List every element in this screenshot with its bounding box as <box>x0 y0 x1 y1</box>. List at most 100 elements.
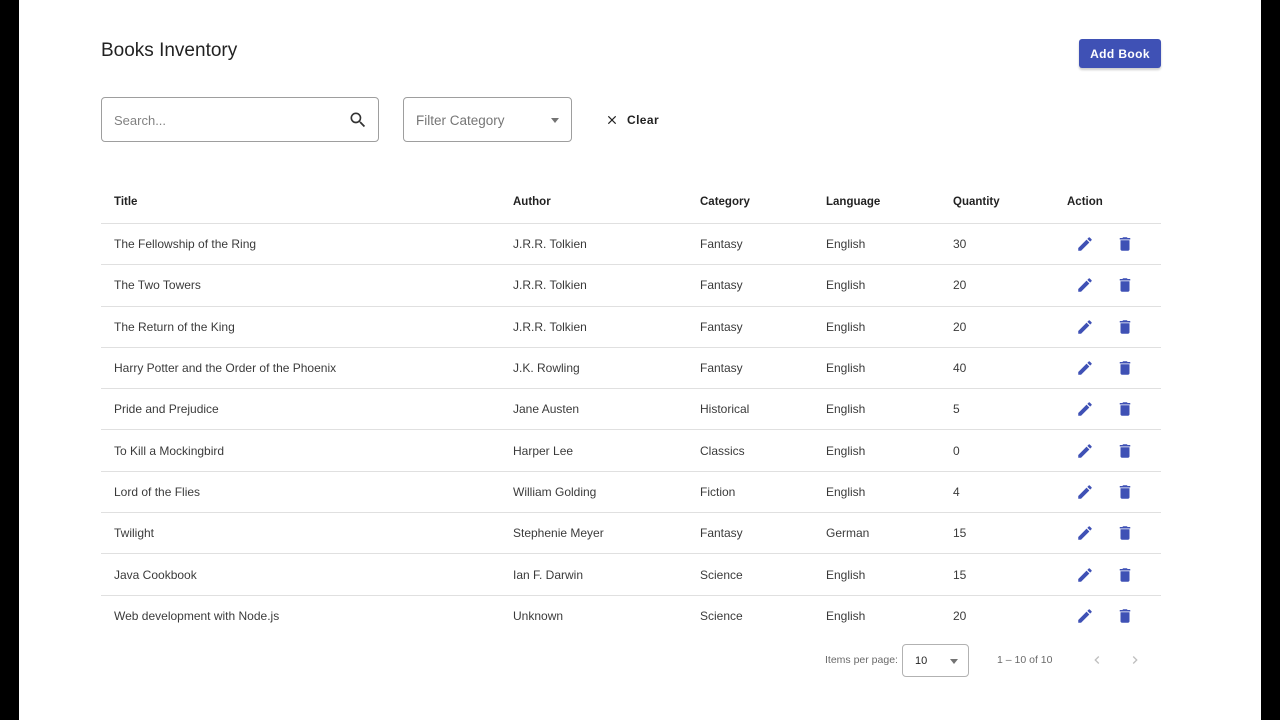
table-row: The Fellowship of the Ring J.R.R. Tolkien… <box>101 224 1161 266</box>
page-size-select[interactable]: 10 <box>902 644 969 677</box>
add-book-button[interactable]: Add Book <box>1079 39 1161 68</box>
trash-icon <box>1119 319 1131 334</box>
edit-button[interactable] <box>1076 389 1094 429</box>
edit-button[interactable] <box>1076 513 1094 553</box>
edit-button[interactable] <box>1076 472 1094 512</box>
edit-button[interactable] <box>1076 224 1094 264</box>
cell-title: Web development with Node.js <box>114 609 280 624</box>
items-per-page-label: Items per page: <box>825 654 898 666</box>
page-title: Books Inventory <box>101 40 238 61</box>
clear-button[interactable]: Clear <box>597 104 667 136</box>
table-row: The Two Towers J.R.R. Tolkien Fantasy Engli… <box>101 265 1161 307</box>
previous-page-button[interactable] <box>1085 648 1109 672</box>
filter-category-label: Filter Category <box>416 113 505 128</box>
cell-language: English <box>826 402 866 417</box>
trash-icon <box>1119 278 1131 293</box>
pencil-icon <box>1078 526 1092 540</box>
cell-category: Fantasy <box>700 278 743 293</box>
cell-author: Stephenie Meyer <box>513 526 604 541</box>
trash-icon <box>1119 237 1131 251</box>
paginator: Items per page: 10 1 – 10 of 10 <box>101 640 1161 680</box>
cell-language: German <box>826 526 870 541</box>
cell-quantity: 30 <box>953 237 967 252</box>
edit-button[interactable] <box>1076 430 1094 470</box>
cell-language: English <box>826 319 866 334</box>
delete-button[interactable] <box>1116 348 1134 388</box>
caret-down-icon <box>551 118 559 123</box>
delete-button[interactable] <box>1116 389 1134 429</box>
table-row: Twilight Stephenie Meyer Fantasy German 15 <box>101 513 1161 555</box>
search-icon[interactable] <box>348 110 368 130</box>
edit-button[interactable] <box>1076 348 1094 388</box>
cell-language: English <box>826 443 866 458</box>
app-window: Books Inventory Add Book Filter Category… <box>19 0 1261 720</box>
page-range-label: 1 – 10 of 10 <box>997 654 1053 666</box>
edit-button[interactable] <box>1076 596 1094 637</box>
clear-button-label: Clear <box>627 113 660 127</box>
cell-title: The Return of the King <box>114 319 235 334</box>
column-header-title[interactable]: Title <box>114 180 137 223</box>
books-table: Title Author Category Language Quantity … <box>101 180 1161 637</box>
chevron-left-icon <box>1094 656 1100 664</box>
pencil-icon <box>1078 278 1092 293</box>
cell-category: Fiction <box>700 484 736 499</box>
cell-language: English <box>826 278 866 293</box>
cell-quantity: 15 <box>953 526 967 541</box>
table-row: Harry Potter and the Order of the Phoeni… <box>101 348 1161 390</box>
search-input[interactable] <box>114 110 334 130</box>
edit-button[interactable] <box>1076 265 1094 305</box>
cell-language: English <box>826 484 866 499</box>
column-header-action: Action <box>1067 195 1103 208</box>
delete-button[interactable] <box>1116 224 1134 264</box>
cell-quantity: 15 <box>953 567 967 582</box>
table-row: Java Cookbook Ian F. Darwin Science English… <box>101 554 1161 596</box>
cell-language: English <box>826 237 866 252</box>
cell-author: J.R.R. Tolkien <box>513 237 587 252</box>
delete-button[interactable] <box>1116 307 1134 347</box>
column-header-author[interactable]: Author <box>513 180 551 223</box>
table-row: To Kill a Mockingbird Harper Lee Classics E… <box>101 430 1161 472</box>
delete-button[interactable] <box>1116 430 1134 470</box>
cell-title: To Kill a Mockingbird <box>114 443 225 458</box>
category-filter-select[interactable]: Filter Category <box>403 97 572 142</box>
edit-button[interactable] <box>1076 554 1094 594</box>
table-row: Web development with Node.js Unknown Scien… <box>101 596 1161 637</box>
column-header-language[interactable]: Language <box>826 180 880 223</box>
column-header-category[interactable]: Category <box>700 180 750 223</box>
cell-quantity: 20 <box>953 278 967 293</box>
cell-category: Fantasy <box>700 319 743 334</box>
cell-author: William Golding <box>513 484 597 499</box>
trash-icon <box>1119 443 1131 458</box>
pencil-icon <box>1078 319 1092 334</box>
trash-icon <box>1119 526 1131 540</box>
next-page-button[interactable] <box>1123 648 1147 672</box>
cell-category: Historical <box>700 402 750 417</box>
cell-title: Lord of the Flies <box>114 484 201 499</box>
search-field[interactable] <box>101 97 379 142</box>
cell-title: Twilight <box>114 526 155 541</box>
pencil-icon <box>1078 567 1092 582</box>
cell-quantity: 20 <box>953 319 967 334</box>
delete-button[interactable] <box>1116 265 1134 305</box>
table-row: The Return of the King J.R.R. Tolkien Fant… <box>101 307 1161 348</box>
caret-down-icon <box>950 659 958 664</box>
cell-category: Science <box>700 567 743 582</box>
delete-button[interactable] <box>1116 472 1134 512</box>
cell-language: English <box>826 609 866 624</box>
cell-language: English <box>826 361 866 376</box>
cell-quantity: 20 <box>953 609 967 624</box>
pencil-icon <box>1078 361 1092 375</box>
delete-button[interactable] <box>1116 596 1134 637</box>
cell-category: Fantasy <box>700 526 743 541</box>
chevron-right-icon <box>1132 656 1138 664</box>
delete-button[interactable] <box>1116 554 1134 594</box>
pencil-icon <box>1078 443 1092 458</box>
edit-button[interactable] <box>1076 307 1094 347</box>
cell-title: The Fellowship of the Ring <box>114 237 257 252</box>
cell-category: Science <box>700 609 743 624</box>
table-row: Pride and Prejudice Jane Austen Historical… <box>101 389 1161 431</box>
cell-author: Jane Austen <box>513 402 580 417</box>
column-header-quantity[interactable]: Quantity <box>953 180 1000 223</box>
cell-author: Harper Lee <box>513 443 574 458</box>
delete-button[interactable] <box>1116 513 1134 553</box>
